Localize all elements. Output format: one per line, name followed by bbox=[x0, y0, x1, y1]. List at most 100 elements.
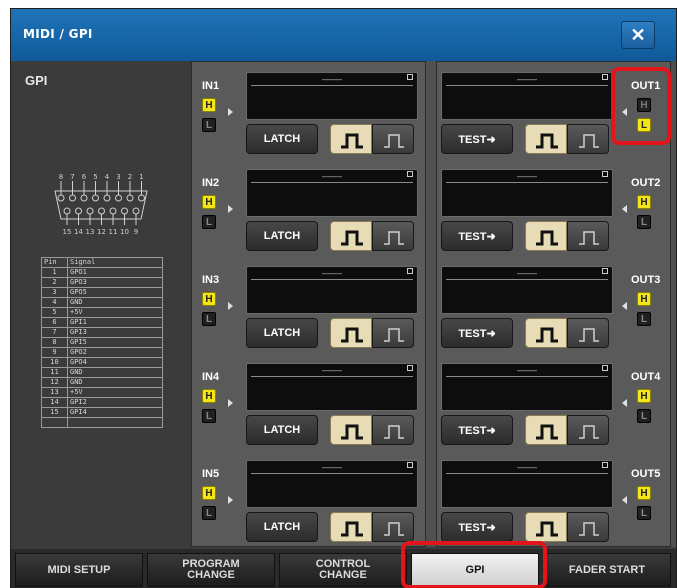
connector-pin bbox=[69, 194, 76, 202]
display-placeholder: –––– bbox=[321, 462, 343, 472]
latch-button[interactable]: LATCH bbox=[246, 124, 318, 154]
high-indicator[interactable]: H bbox=[202, 292, 216, 306]
gpi-ports-area: IN1 H L –––– LATCH IN2 H L –––– LATCH IN3 H L –––– LAT… bbox=[191, 61, 676, 547]
connector-pin-label: 10 bbox=[120, 228, 129, 236]
close-button[interactable]: ✕ bbox=[621, 21, 655, 49]
port-name-display[interactable]: –––– bbox=[441, 72, 613, 120]
pin-number: 12 bbox=[41, 377, 68, 388]
low-indicator[interactable]: L bbox=[202, 215, 216, 229]
port-name-display[interactable]: –––– bbox=[441, 266, 613, 314]
test-button[interactable]: TEST➜ bbox=[441, 221, 513, 251]
polarity-negative-button[interactable] bbox=[567, 221, 609, 251]
pin-table-row: 10 GPO4 bbox=[41, 357, 163, 368]
connector-pin bbox=[103, 194, 111, 202]
polarity-positive-button[interactable] bbox=[525, 415, 567, 445]
port-name-display[interactable]: –––– bbox=[246, 266, 418, 314]
pin-signal bbox=[67, 417, 163, 428]
polarity-negative-button[interactable] bbox=[567, 415, 609, 445]
polarity-positive-button[interactable] bbox=[330, 512, 372, 542]
pin-signal: GPI5 bbox=[67, 337, 163, 348]
popup-icon bbox=[602, 268, 608, 274]
display-placeholder: –––– bbox=[321, 365, 343, 375]
pulse-positive-icon bbox=[341, 133, 363, 149]
pulse-positive-icon bbox=[536, 327, 558, 343]
port-name-display[interactable]: –––– bbox=[246, 169, 418, 217]
connector-pin bbox=[121, 207, 128, 215]
low-indicator[interactable]: L bbox=[637, 312, 651, 326]
polarity-negative-button[interactable] bbox=[567, 124, 609, 154]
gpi-out-row: –––– TEST➜ OUT3 H L bbox=[437, 256, 672, 353]
low-indicator[interactable]: L bbox=[637, 409, 651, 423]
polarity-positive-button[interactable] bbox=[525, 318, 567, 348]
tab-program-change[interactable]: PROGRAM CHANGE bbox=[147, 553, 275, 587]
low-indicator[interactable]: L bbox=[202, 118, 216, 132]
popup-icon bbox=[602, 171, 608, 177]
port-name-display[interactable]: –––– bbox=[246, 460, 418, 508]
low-indicator[interactable]: L bbox=[637, 215, 651, 229]
polarity-negative-button[interactable] bbox=[372, 415, 414, 445]
connector-pin-label: 8 bbox=[59, 173, 63, 181]
arrow-right-icon bbox=[228, 496, 233, 504]
test-button[interactable]: TEST➜ bbox=[441, 318, 513, 348]
port-name-display[interactable]: –––– bbox=[246, 363, 418, 411]
display-placeholder: –––– bbox=[516, 171, 538, 181]
port-name-display[interactable]: –––– bbox=[441, 460, 613, 508]
test-button[interactable]: TEST➜ bbox=[441, 124, 513, 154]
polarity-positive-button[interactable] bbox=[525, 124, 567, 154]
pin-number: 9 bbox=[41, 347, 68, 358]
pin-table-row: 9 GPO2 bbox=[41, 347, 163, 358]
polarity-negative-button[interactable] bbox=[567, 318, 609, 348]
pulse-negative-icon bbox=[579, 522, 599, 536]
latch-button[interactable]: LATCH bbox=[246, 512, 318, 542]
pin-number bbox=[41, 417, 68, 428]
high-indicator[interactable]: H bbox=[637, 195, 651, 209]
polarity-positive-button[interactable] bbox=[330, 221, 372, 251]
pin-signal: GPO4 bbox=[67, 357, 163, 368]
polarity-negative-button[interactable] bbox=[567, 512, 609, 542]
latch-button[interactable]: LATCH bbox=[246, 318, 318, 348]
test-button[interactable]: TEST➜ bbox=[441, 512, 513, 542]
polarity-negative-button[interactable] bbox=[372, 318, 414, 348]
port-name-display[interactable]: –––– bbox=[441, 169, 613, 217]
polarity-negative-button[interactable] bbox=[372, 221, 414, 251]
polarity-positive-button[interactable] bbox=[330, 124, 372, 154]
polarity-positive-button[interactable] bbox=[525, 512, 567, 542]
tab-fader-start[interactable]: FADER START bbox=[543, 553, 671, 587]
low-indicator[interactable]: L bbox=[202, 312, 216, 326]
test-button[interactable]: TEST➜ bbox=[441, 415, 513, 445]
latch-button[interactable]: LATCH bbox=[246, 221, 318, 251]
high-indicator[interactable]: H bbox=[637, 486, 651, 500]
tab-control-change[interactable]: CONTROL CHANGE bbox=[279, 553, 407, 587]
high-indicator[interactable]: H bbox=[637, 389, 651, 403]
tab-midi-setup[interactable]: MIDI SETUP bbox=[15, 553, 143, 587]
low-indicator[interactable]: L bbox=[202, 506, 216, 520]
connector-pin-label: 6 bbox=[82, 173, 87, 181]
port-name-display[interactable]: –––– bbox=[246, 72, 418, 120]
low-indicator[interactable]: L bbox=[202, 409, 216, 423]
pulse-negative-icon bbox=[579, 328, 599, 342]
polarity-positive-button[interactable] bbox=[330, 415, 372, 445]
high-indicator[interactable]: H bbox=[202, 195, 216, 209]
polarity-positive-button[interactable] bbox=[525, 221, 567, 251]
high-indicator[interactable]: H bbox=[202, 486, 216, 500]
high-indicator[interactable]: H bbox=[202, 98, 216, 112]
connector-pin bbox=[109, 207, 117, 215]
polarity-negative-button[interactable] bbox=[372, 124, 414, 154]
pin-signal: +5V bbox=[67, 307, 163, 318]
high-indicator[interactable]: H bbox=[637, 292, 651, 306]
polarity-negative-button[interactable] bbox=[372, 512, 414, 542]
polarity-positive-button[interactable] bbox=[330, 318, 372, 348]
connector-pin bbox=[98, 207, 105, 215]
low-indicator[interactable]: L bbox=[637, 506, 651, 520]
pin-signal: GPO2 bbox=[67, 347, 163, 358]
arrow-left-icon bbox=[622, 205, 627, 213]
port-name-display[interactable]: –––– bbox=[441, 363, 613, 411]
arrow-right-icon bbox=[228, 399, 233, 407]
popup-icon bbox=[407, 365, 413, 371]
display-placeholder: –––– bbox=[321, 74, 343, 84]
latch-button[interactable]: LATCH bbox=[246, 415, 318, 445]
connector-pin bbox=[80, 194, 88, 202]
high-indicator[interactable]: H bbox=[202, 389, 216, 403]
pin-number: 6 bbox=[41, 317, 68, 328]
popup-icon bbox=[602, 365, 608, 371]
